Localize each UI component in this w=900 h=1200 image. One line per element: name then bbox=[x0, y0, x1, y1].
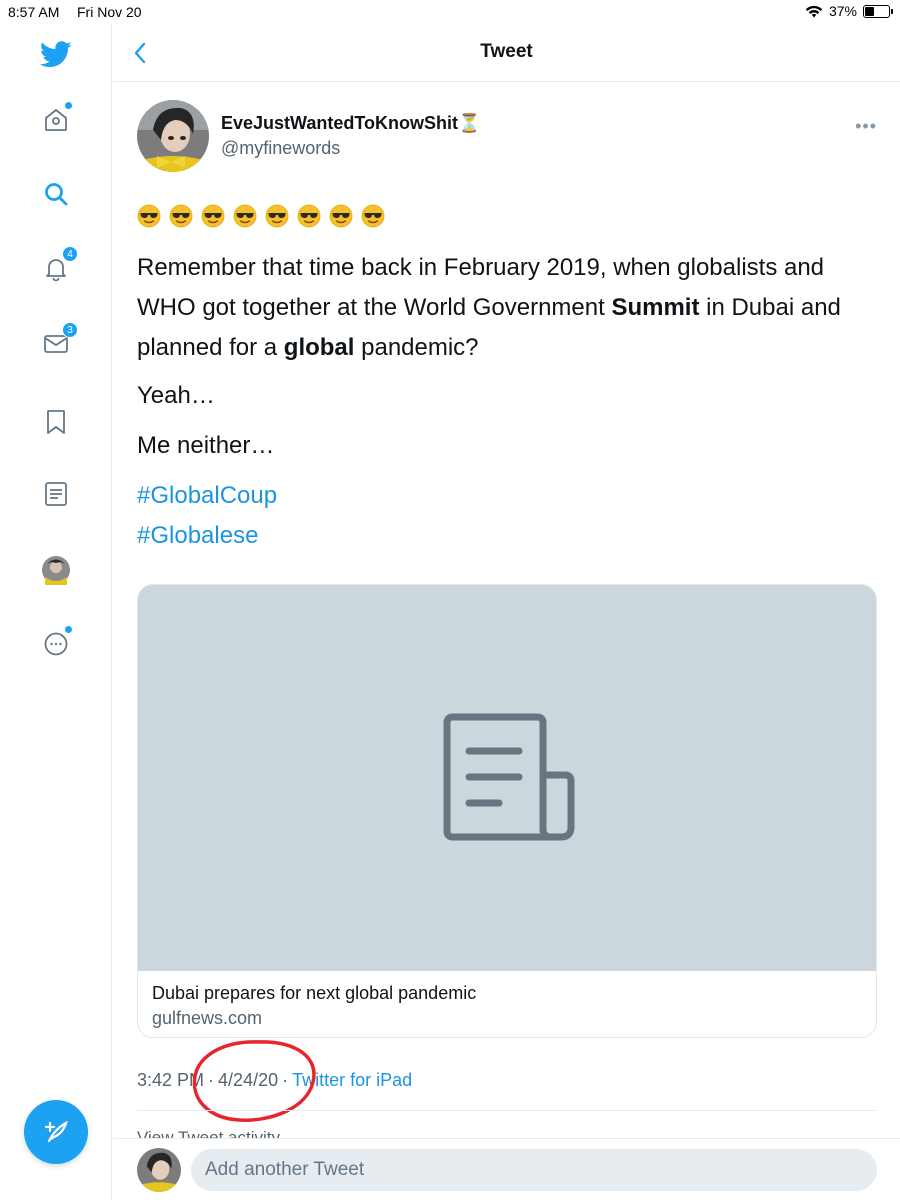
sidebar: 4 3 bbox=[0, 24, 112, 1200]
sunglasses-emoji-icon bbox=[169, 204, 193, 228]
tweet-meta: 3:42 PM · 4/24/20 · Twitter for iPad bbox=[137, 1040, 412, 1122]
sunglasses-emoji-icon bbox=[233, 204, 257, 228]
tweet-date[interactable]: 4/24/20 bbox=[218, 1070, 278, 1090]
mail-icon[interactable]: 3 bbox=[40, 322, 78, 360]
compose-feather-icon bbox=[44, 1120, 68, 1143]
profile-avatar[interactable] bbox=[40, 554, 72, 586]
battery-percent: 37% bbox=[828, 3, 857, 19]
lists-icon[interactable] bbox=[40, 478, 72, 510]
link-card[interactable]: Dubai prepares for next global pandemic … bbox=[137, 584, 877, 1038]
bookmark-icon[interactable] bbox=[40, 406, 72, 438]
hashtag-link[interactable]: #GlobalCoup bbox=[137, 476, 877, 516]
reply-avatar bbox=[137, 1148, 181, 1192]
battery-icon bbox=[863, 4, 893, 18]
twitter-logo-icon[interactable] bbox=[40, 38, 72, 70]
wifi-icon bbox=[805, 5, 823, 17]
tweet-paragraph-2: Yeah… bbox=[137, 382, 215, 409]
status-time: 8:57 AM bbox=[8, 4, 60, 20]
sunglasses-emoji-icon bbox=[329, 204, 353, 228]
search-icon[interactable] bbox=[40, 178, 72, 210]
sunglasses-emoji-icon bbox=[297, 204, 321, 228]
avatar[interactable] bbox=[137, 100, 209, 172]
status-right: 37% bbox=[805, 3, 893, 19]
status-bar: 8:57 AM Fri Nov 20 37% bbox=[0, 0, 900, 24]
tweet-paragraph-3: Me neither… bbox=[137, 432, 275, 459]
messages-badge: 3 bbox=[62, 322, 78, 338]
bell-icon[interactable]: 4 bbox=[40, 246, 78, 284]
sunglasses-emoji-icon bbox=[201, 204, 225, 228]
compose-tweet-button[interactable] bbox=[24, 1100, 88, 1164]
display-name[interactable]: EveJustWantedToKnowShit⏳ bbox=[221, 113, 480, 134]
sunglasses-emoji-icon bbox=[361, 204, 385, 228]
more-circle-icon[interactable] bbox=[40, 626, 72, 660]
card-image-placeholder bbox=[138, 585, 876, 971]
hourglass-icon: ⏳ bbox=[458, 113, 481, 133]
tweet-time[interactable]: 3:42 PM bbox=[137, 1070, 204, 1090]
reply-bar bbox=[113, 1138, 900, 1200]
more-options-icon[interactable]: ••• bbox=[855, 116, 877, 137]
home-notification-dot bbox=[65, 102, 72, 109]
card-title: Dubai prepares for next global pandemic bbox=[152, 983, 477, 1003]
reply-input[interactable] bbox=[191, 1149, 877, 1191]
header: Tweet bbox=[113, 24, 900, 82]
hashtag-link[interactable]: #Globalese bbox=[137, 516, 877, 556]
notifications-badge: 4 bbox=[62, 246, 78, 262]
tweet-paragraph-1: Remember that time back in February 2019… bbox=[137, 254, 841, 361]
status-date: Fri Nov 20 bbox=[77, 4, 142, 20]
user-handle[interactable]: @myfinewords bbox=[221, 138, 340, 159]
tweet-text: Remember that time back in February 2019… bbox=[137, 248, 877, 556]
page-title: Tweet bbox=[480, 41, 533, 62]
sunglasses-emoji-icon bbox=[265, 204, 289, 228]
tweet-activity-link[interactable]: View Tweet activity bbox=[137, 1128, 280, 1138]
tweet-source-link[interactable]: Twitter for iPad bbox=[292, 1070, 412, 1090]
divider bbox=[137, 1110, 877, 1111]
card-domain: gulfnews.com bbox=[152, 1008, 263, 1028]
emoji-row bbox=[137, 204, 385, 228]
article-icon bbox=[443, 713, 575, 841]
sunglasses-emoji-icon bbox=[137, 204, 161, 228]
home-icon[interactable] bbox=[40, 102, 72, 136]
more-notification-dot bbox=[65, 626, 72, 633]
